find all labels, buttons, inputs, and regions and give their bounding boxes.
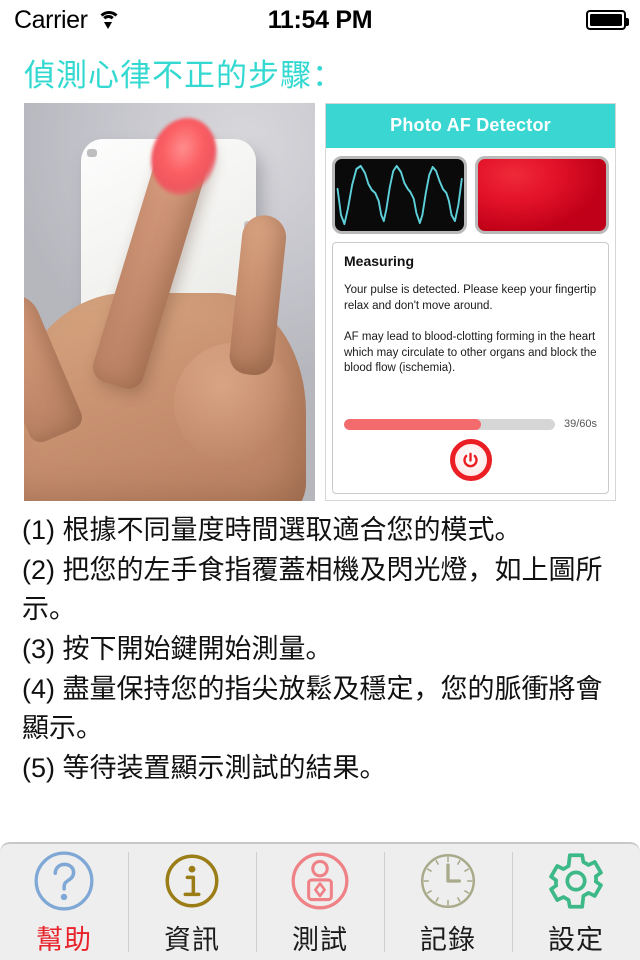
clock-icon	[420, 853, 476, 908]
measuring-card-paragraph-2: AF may lead to blood-clotting forming in…	[344, 331, 597, 375]
progress-label: 39/60s	[563, 418, 597, 430]
status-bar-right	[586, 10, 629, 30]
app-mock-title: Photo AF Detector	[326, 104, 615, 148]
tab-test[interactable]: 測試	[256, 844, 384, 960]
app-screenshot-mock: Photo AF Detector Measuring Your pulse i…	[325, 103, 616, 501]
tab-bar: 幫助 資訊 測試 記錄 設定	[0, 842, 640, 960]
app-mock-tiles	[326, 148, 615, 240]
tab-info-label: 資訊	[164, 924, 220, 955]
progress-bar-track	[344, 418, 555, 430]
tab-records[interactable]: 記錄	[384, 844, 512, 960]
tab-test-label: 測試	[292, 924, 348, 955]
gear-icon	[549, 852, 603, 909]
progress-bar-fill	[344, 418, 482, 430]
page-title: 偵測心律不正的步驟：	[24, 58, 344, 93]
measuring-card-title: Measuring	[344, 253, 415, 269]
tab-help-label: 幫助	[36, 924, 92, 955]
person-test-circle-icon	[291, 852, 349, 909]
instruction-step-1: (1) 根據不同量度時間選取適合您的模式。	[22, 515, 522, 545]
instruction-step-2: (2) 把您的左手食指覆蓋相機及閃光燈，如上圖所示。	[22, 555, 603, 624]
clock-label: 11:54 PM	[267, 5, 373, 34]
tab-settings[interactable]: 設定	[512, 844, 640, 960]
tab-settings-label: 設定	[548, 924, 604, 955]
measuring-card: Measuring Your pulse is detected. Please…	[332, 242, 609, 494]
progress-row: 39/60s	[344, 406, 597, 430]
measuring-card-paragraph-1: Your pulse is detected. Please keep your…	[344, 284, 597, 312]
ppg-waveform-tile	[332, 156, 467, 234]
tab-help[interactable]: 幫助	[0, 844, 128, 960]
status-bar: Carrier 11:54 PM	[0, 0, 640, 40]
fingertip-on-camera-photo	[24, 103, 315, 501]
tab-info[interactable]: 資訊	[128, 844, 256, 960]
power-button-row	[344, 430, 597, 485]
instruction-step-5: (5) 等待装置顯示測試的結果。	[22, 752, 387, 783]
instruction-steps: (1) 根據不同量度時間選取適合您的模式。 (2) 把您的左手食指覆蓋相機及閃光…	[0, 501, 640, 787]
info-circle-icon	[165, 853, 219, 908]
question-mark-circle-icon	[34, 851, 94, 910]
camera-flash-tile	[474, 156, 609, 234]
power-button[interactable]	[449, 439, 492, 481]
instruction-step-3: (3) 按下開始鍵開始測量。	[22, 633, 333, 664]
tab-records-label: 記錄	[420, 924, 476, 955]
app-screen: Carrier 11:54 PM 偵測心律不正的步驟： Photo AF Det…	[0, 0, 640, 960]
instruction-step-4: (4) 盡量保持您的指尖放鬆及穩定，您的脈衝將會顯示。	[22, 674, 603, 743]
battery-full-icon	[586, 10, 629, 30]
media-row: Photo AF Detector Measuring Your pulse i…	[0, 103, 640, 501]
